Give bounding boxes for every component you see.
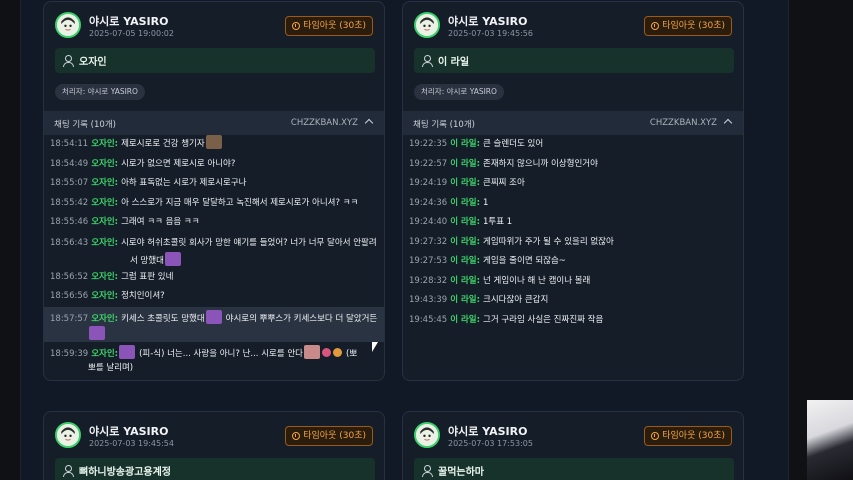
timeout-label: 타임아웃 (30초) — [662, 431, 725, 441]
emote-icon — [304, 344, 320, 359]
handler-chip: 처리자: 야시로 YASIRO — [414, 84, 504, 100]
chat-log-title: 채팅 기록 (10개) — [54, 120, 116, 130]
card-header: 야시로 YASIRO 2025-07-05 19:00:02 타임아웃 (30초… — [44, 2, 384, 50]
chat-row: 18:54:11 오자인: 제로시로로 건강 챙기자 — [44, 135, 384, 155]
handler-chip: 처리자: 야시로 YASIRO — [55, 84, 145, 100]
timeout-label: 타임아웃 (30초) — [303, 21, 366, 31]
chat-row: 19:27:53 이 라일: 게임을 줄이면 되잖슴~ — [409, 256, 566, 266]
emote-icon — [164, 251, 181, 266]
clock-icon — [292, 432, 301, 440]
chat-row: 19:24:19 이 라일: 큰찌찌 조아 — [409, 178, 525, 188]
user-avatar[interactable] — [55, 422, 81, 448]
card-header: 야시로 YASIRO 2025-07-03 19:45:54 타임아웃 (30초… — [44, 412, 384, 460]
moderator-name: 야시로 YASIRO — [448, 425, 528, 438]
person-icon — [422, 55, 433, 67]
target-user: 이 라일 — [414, 48, 734, 73]
chat-row: 19:43:39 이 라일: 크시다잖아 큰갑지 — [409, 295, 549, 305]
chat-log-source: CHZZKBAN.XYZ — [650, 118, 733, 128]
chat-row: 18:55:07 오자인: 아하 표독없는 시로가 제로시로구나 — [50, 178, 247, 188]
target-name: 뼈하니방송광고용계정 — [79, 467, 171, 478]
card-header: 야시로 YASIRO 2025-07-03 17:53:05 타임아웃 (30초… — [403, 412, 743, 460]
emote-icon — [205, 135, 222, 149]
moderator-name: 야시로 YASIRO — [89, 425, 169, 438]
clock-icon — [292, 22, 301, 30]
emote-icon — [205, 309, 222, 324]
timeout-label: 타임아웃 (30초) — [303, 431, 366, 441]
clock-icon — [651, 432, 660, 440]
chat-row: 18:56:52 오자인: 그럼 표판 있네 — [50, 271, 174, 282]
emote-icon — [89, 325, 105, 340]
person-icon — [63, 55, 74, 67]
chat-log-header[interactable]: 채팅 기록 (10개) CHZZKBAN.XYZ — [403, 111, 743, 135]
user-avatar[interactable] — [414, 422, 440, 448]
emote-icon — [333, 347, 342, 357]
chat-log-list: 19:22:35 이 라일: 큰 슬렌더도 있어 19:22:57 이 라일: 존재하지… — [403, 135, 743, 330]
chat-log-list: 18:54:11 오자인: 제로시로로 건강 챙기자 18:54:49 오자인: 시로가… — [44, 135, 384, 377]
timeout-card: 야시로 YASIRO 2025-07-03 17:53:05 타임아웃 (30초… — [402, 411, 744, 480]
timeout-card: 야시로 YASIRO 2025-07-03 19:45:56 타임아웃 (30초… — [402, 1, 744, 381]
chevron-up-icon[interactable] — [723, 118, 733, 128]
chat-row: 19:45:45 이 라일: 그거 구라임 사실은 진짜진짜 작음 — [409, 314, 604, 325]
timeout-badge: 타임아웃 (30초) — [644, 16, 732, 36]
mouse-cursor-icon — [372, 342, 378, 352]
chat-log-source: CHZZKBAN.XYZ — [291, 118, 374, 128]
emote-icon — [119, 344, 136, 359]
moderator-name: 야시로 YASIRO — [448, 15, 528, 28]
target-name: 이 라일 — [438, 57, 470, 68]
chevron-up-icon[interactable] — [364, 118, 374, 128]
chat-row: 19:22:35 이 라일: 큰 슬렌더도 있어 — [409, 139, 544, 149]
timeout-card: 야시로 YASIRO 2025-07-05 19:00:02 타임아웃 (30초… — [43, 1, 385, 381]
chat-row: 19:28:32 이 라일: 넌 게임이나 해 난 캠이나 볼래 — [409, 275, 591, 286]
moderator-name: 야시로 YASIRO — [89, 15, 169, 28]
chat-row: 18:55:46 오자인: 그래여 ㅋㅋ 음음 ㅋㅋ — [50, 217, 200, 227]
page: 야시로 YASIRO 2025-07-05 19:00:02 타임아웃 (30초… — [0, 0, 853, 480]
person-icon — [422, 465, 433, 477]
target-name: 꿀먹는하마 — [438, 467, 484, 478]
card-header: 야시로 YASIRO 2025-07-03 19:45:56 타임아웃 (30초… — [403, 2, 743, 50]
chat-row: 18:59:39 오자인: (피-식) 너는... 사랑을 아니? 난... 시로를… — [44, 342, 384, 377]
chat-row: 18:56:43 오자인: 시로야 허쉬초콜릿 회사가 망한 얘기를 들었어? 너가… — [50, 237, 377, 266]
chat-row: 18:54:49 오자인: 시로가 없으면 제로시로 아니야? — [50, 158, 236, 169]
user-avatar[interactable] — [55, 12, 81, 38]
timeout-card: 야시로 YASIRO 2025-07-03 19:45:54 타임아웃 (30초… — [43, 411, 385, 480]
action-date: 2025-07-05 19:00:02 — [89, 29, 174, 38]
person-icon — [63, 465, 74, 477]
clock-icon — [651, 22, 660, 30]
action-date: 2025-07-03 19:45:54 — [89, 439, 174, 448]
character-overlay — [807, 400, 853, 480]
target-user: 꿀먹는하마 — [414, 458, 734, 480]
chat-log-title: 채팅 기록 (10개) — [413, 120, 475, 130]
target-user: 뼈하니방송광고용계정 — [55, 458, 375, 480]
chat-row: 19:24:36 이 라일: 1 — [409, 197, 489, 208]
chat-row: 18:56:56 오자인: 정치인이셔? — [50, 291, 165, 301]
chat-row: 19:24:40 이 라일: 1투표 1 — [409, 217, 513, 227]
action-date: 2025-07-03 19:45:56 — [448, 29, 533, 38]
target-name: 오자인 — [79, 57, 107, 68]
chat-row: 19:22:57 이 라일: 존재하지 않으니까 이상형인거야 — [409, 158, 598, 169]
action-date: 2025-07-03 17:53:05 — [448, 439, 533, 448]
chat-row: 18:55:42 오자인: 아 스스로가 지금 매우 달달하고 녹진해서 제로시로가… — [50, 197, 359, 208]
timeout-badge: 타임아웃 (30초) — [285, 16, 373, 36]
chat-row: 19:27:32 이 라일: 게임따위가 주가 될 수 있을리 없잖아 — [409, 236, 614, 247]
chat-row: 18:57:57 오자인: 키세스 초콜릿도 망했대 야시로의 뿌뿌스가 키세스보다 … — [44, 306, 384, 342]
target-user: 오자인 — [55, 48, 375, 73]
timeout-label: 타임아웃 (30초) — [662, 21, 725, 31]
timeout-badge: 타임아웃 (30초) — [644, 426, 732, 446]
chat-log-header[interactable]: 채팅 기록 (10개) CHZZKBAN.XYZ — [44, 111, 384, 135]
timeout-badge: 타임아웃 (30초) — [285, 426, 373, 446]
emote-icon — [322, 347, 331, 357]
user-avatar[interactable] — [414, 12, 440, 38]
